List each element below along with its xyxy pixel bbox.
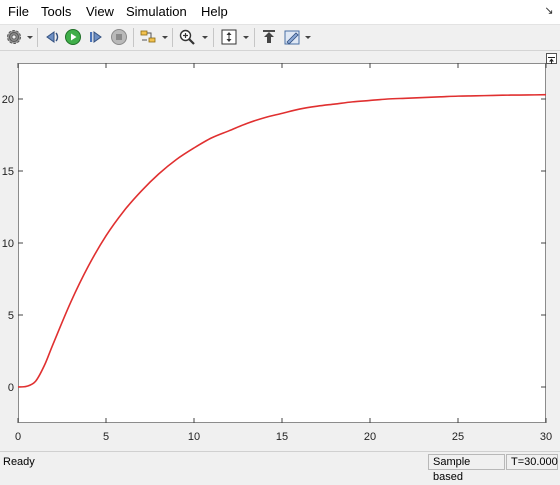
x-tick-label: 15 <box>276 431 288 443</box>
autoscale-dropdown-icon[interactable] <box>243 36 249 39</box>
y-tick-label: 10 <box>2 238 14 250</box>
sim-time-label: T=30.000 <box>506 454 558 470</box>
y-tick-label: 5 <box>8 310 14 322</box>
status-text: Ready <box>3 456 35 468</box>
step-forward-icon[interactable] <box>87 28 105 46</box>
sample-mode-label: Sample based <box>428 454 505 483</box>
toolbar-separator <box>37 28 38 47</box>
style-dropdown-icon[interactable] <box>305 36 311 39</box>
highlight-dropdown-icon[interactable] <box>162 36 168 39</box>
restore-view-icon[interactable] <box>260 28 278 46</box>
toolbar-separator <box>133 28 134 47</box>
toolbar <box>0 25 560 51</box>
run-icon[interactable] <box>64 28 82 46</box>
toolbar-separator <box>254 28 255 47</box>
step-back-icon[interactable] <box>42 28 60 46</box>
x-tick-label: 25 <box>452 431 464 443</box>
menu-file[interactable]: File <box>6 4 31 20</box>
style-icon[interactable] <box>283 28 301 46</box>
zoom-in-icon[interactable] <box>178 28 196 46</box>
undock-icon[interactable]: ↘ <box>542 4 556 18</box>
x-tick-label: 10 <box>188 431 200 443</box>
highlight-model-icon[interactable] <box>139 28 157 46</box>
status-bar: Ready Sample based T=30.000 <box>0 451 560 483</box>
line-chart: 0 5 10 15 20 25 30 0 5 10 15 20 <box>2 63 552 443</box>
toolbar-separator <box>172 28 173 47</box>
plot-area: 0 5 10 15 20 25 30 0 5 10 15 20 <box>0 51 560 451</box>
toolbar-separator <box>213 28 214 47</box>
autoscale-icon[interactable] <box>220 28 238 46</box>
series-line <box>17 93 547 388</box>
settings-gear-icon[interactable] <box>5 28 23 46</box>
x-tick-label: 20 <box>364 431 376 443</box>
y-tick-label: 20 <box>2 94 14 106</box>
stop-icon[interactable] <box>110 28 128 46</box>
menu-help[interactable]: Help <box>199 4 230 20</box>
menu-view[interactable]: View <box>84 4 116 20</box>
y-tick-label: 0 <box>8 382 14 394</box>
zoom-dropdown-icon[interactable] <box>202 36 208 39</box>
menu-simulation[interactable]: Simulation <box>124 4 189 20</box>
menu-tools[interactable]: Tools <box>39 4 73 20</box>
x-tick-label: 0 <box>15 431 21 443</box>
x-tick-label: 5 <box>103 431 109 443</box>
y-tick-label: 15 <box>2 166 14 178</box>
x-tick-label: 30 <box>540 431 552 443</box>
menu-bar: File Tools View Simulation Help ↘ <box>0 0 560 25</box>
settings-dropdown-icon[interactable] <box>27 36 33 39</box>
